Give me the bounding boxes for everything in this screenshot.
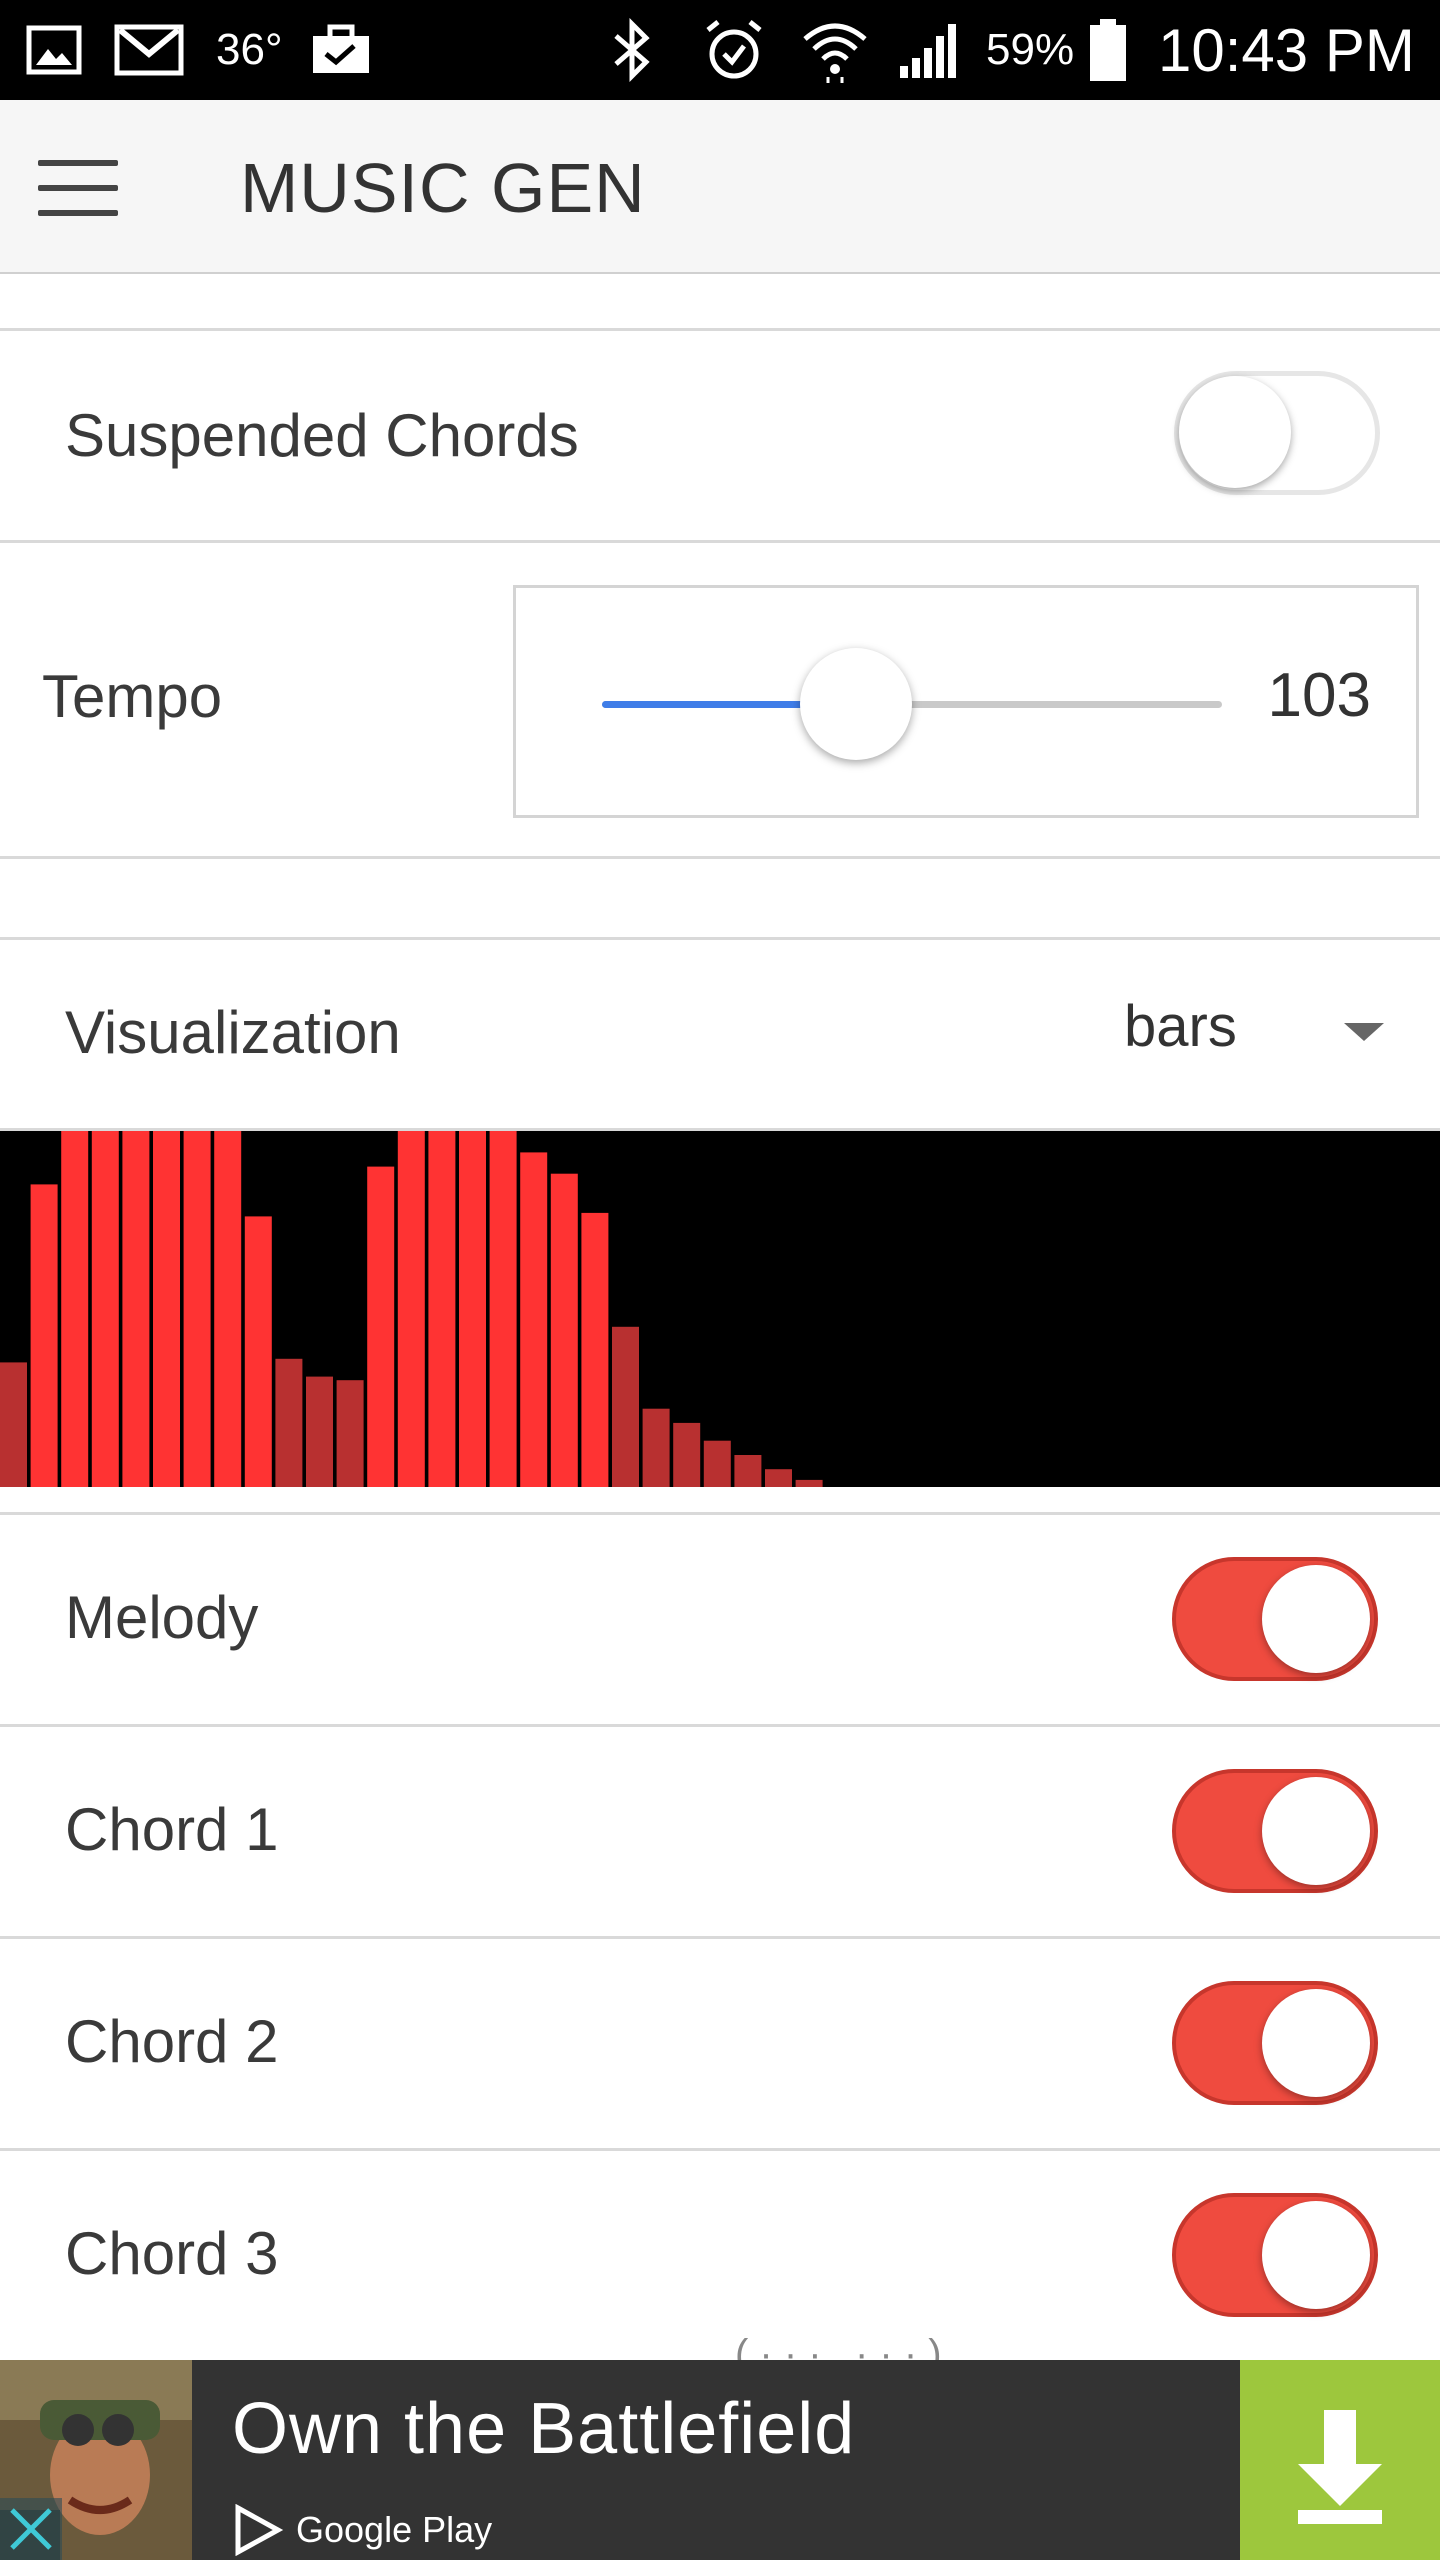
track-toggle[interactable] (1172, 2193, 1378, 2317)
visualization-dropdown[interactable]: bars (1100, 975, 1390, 1085)
visualizer-bar (306, 1376, 333, 1487)
track-label: Chord 1 (65, 1796, 279, 1863)
visualizer-canvas (0, 1131, 1440, 1487)
tempo-slider-thumb[interactable] (800, 648, 913, 760)
visualizer-bar (91, 1131, 119, 1487)
visualizer-bar (795, 1479, 823, 1487)
visualization-selected: bars (1124, 994, 1237, 1059)
alarm-icon (702, 0, 766, 100)
visualizer-bar (0, 1362, 27, 1487)
visualizer-bar (275, 1358, 303, 1487)
toggle-knob (1262, 1989, 1370, 2097)
download-icon (1298, 2410, 1382, 2524)
google-play-icon (235, 2504, 284, 2556)
track-label: Chord 3 (65, 2220, 279, 2287)
visualizer-bar (642, 1408, 670, 1487)
visualizer-bars (0, 1131, 823, 1487)
tempo-slider-track[interactable] (602, 648, 1222, 760)
tempo-label: Tempo (42, 663, 223, 730)
ad-title[interactable]: Own the Battlefield (232, 2388, 855, 2470)
visualizer-bar (581, 1212, 609, 1487)
app-bar: MUSIC GEN (0, 100, 1440, 274)
temperature-text: 36° (216, 25, 283, 74)
visualizer-bar (244, 1216, 272, 1487)
visualizer-bar (550, 1173, 578, 1487)
tempo-control: 103 (513, 585, 1419, 818)
track-toggle[interactable] (1172, 1769, 1378, 1893)
toggle-knob (1262, 1565, 1370, 1673)
signal-icon (896, 0, 964, 100)
track-row: Chord 3 (0, 2151, 1440, 2360)
visualization-label: Visualization (65, 999, 401, 1066)
toggle-knob (1262, 2201, 1370, 2309)
google-play-text: Google Play (296, 2509, 493, 2550)
tempo-value: 103 (1267, 661, 1371, 730)
divider (0, 856, 1440, 859)
bluetooth-icon (610, 0, 654, 100)
visualizer-bar (183, 1131, 211, 1487)
suspended-chords-toggle[interactable] (1174, 371, 1380, 495)
hamburger-menu-icon[interactable] (38, 160, 122, 216)
track-label: Melody (65, 1584, 259, 1651)
gmail-icon (114, 0, 184, 100)
google-play-badge: Google Play (232, 2500, 492, 2560)
toggle-knob (1179, 376, 1291, 488)
divider (0, 540, 1440, 543)
suspended-chords-label: Suspended Chords (65, 402, 579, 469)
visualizer-bar (367, 1166, 395, 1487)
toggle-knob (1262, 1777, 1370, 1885)
visualizer-bar (489, 1131, 517, 1487)
visualizer-bar (214, 1131, 242, 1487)
app-title: MUSIC GEN (240, 149, 646, 227)
visualizer-bar (30, 1184, 58, 1487)
track-label: Chord 2 (65, 2008, 279, 2075)
visualizer-bar (734, 1455, 762, 1487)
briefcase-icon (310, 0, 372, 100)
ad-banner[interactable]: Own the Battlefield Google Play (0, 2360, 1440, 2560)
visualizer-bar (612, 1326, 639, 1487)
visualizer-bar (428, 1131, 456, 1487)
ad-download-button[interactable] (1240, 2360, 1440, 2560)
visualizer-bar (765, 1469, 792, 1487)
battery-percent: 59% (986, 25, 1075, 74)
track-row: Chord 2 (0, 1939, 1440, 2148)
visualizer-bar (122, 1131, 150, 1487)
wifi-icon (800, 0, 870, 100)
status-bar: 36° 59% 10:43 PM (0, 0, 1440, 100)
divider (0, 937, 1440, 940)
track-toggle[interactable] (1172, 1557, 1378, 1681)
visualizer-bar (397, 1131, 425, 1487)
gallery-icon (26, 0, 82, 100)
suspended-chords-row: Suspended Chords (0, 331, 1440, 541)
track-toggle[interactable] (1172, 1981, 1378, 2105)
ad-close-icon[interactable] (0, 2498, 62, 2560)
visualizer-bar (459, 1131, 486, 1487)
visualizer-bar (673, 1422, 701, 1487)
track-row: Melody (0, 1515, 1440, 1724)
battery-icon (1088, 0, 1128, 100)
visualizer-bar (61, 1131, 89, 1487)
visualizer-bar (153, 1131, 180, 1487)
visualizer-bar (520, 1152, 548, 1487)
ad-game-thumbnail[interactable] (0, 2360, 192, 2560)
track-row: Chord 1 (0, 1727, 1440, 1936)
visualizer-bar (703, 1440, 731, 1487)
visualizer-bar (336, 1380, 364, 1487)
clock: 10:43 PM (1158, 16, 1415, 84)
dropdown-arrow-icon (1344, 1023, 1384, 1041)
